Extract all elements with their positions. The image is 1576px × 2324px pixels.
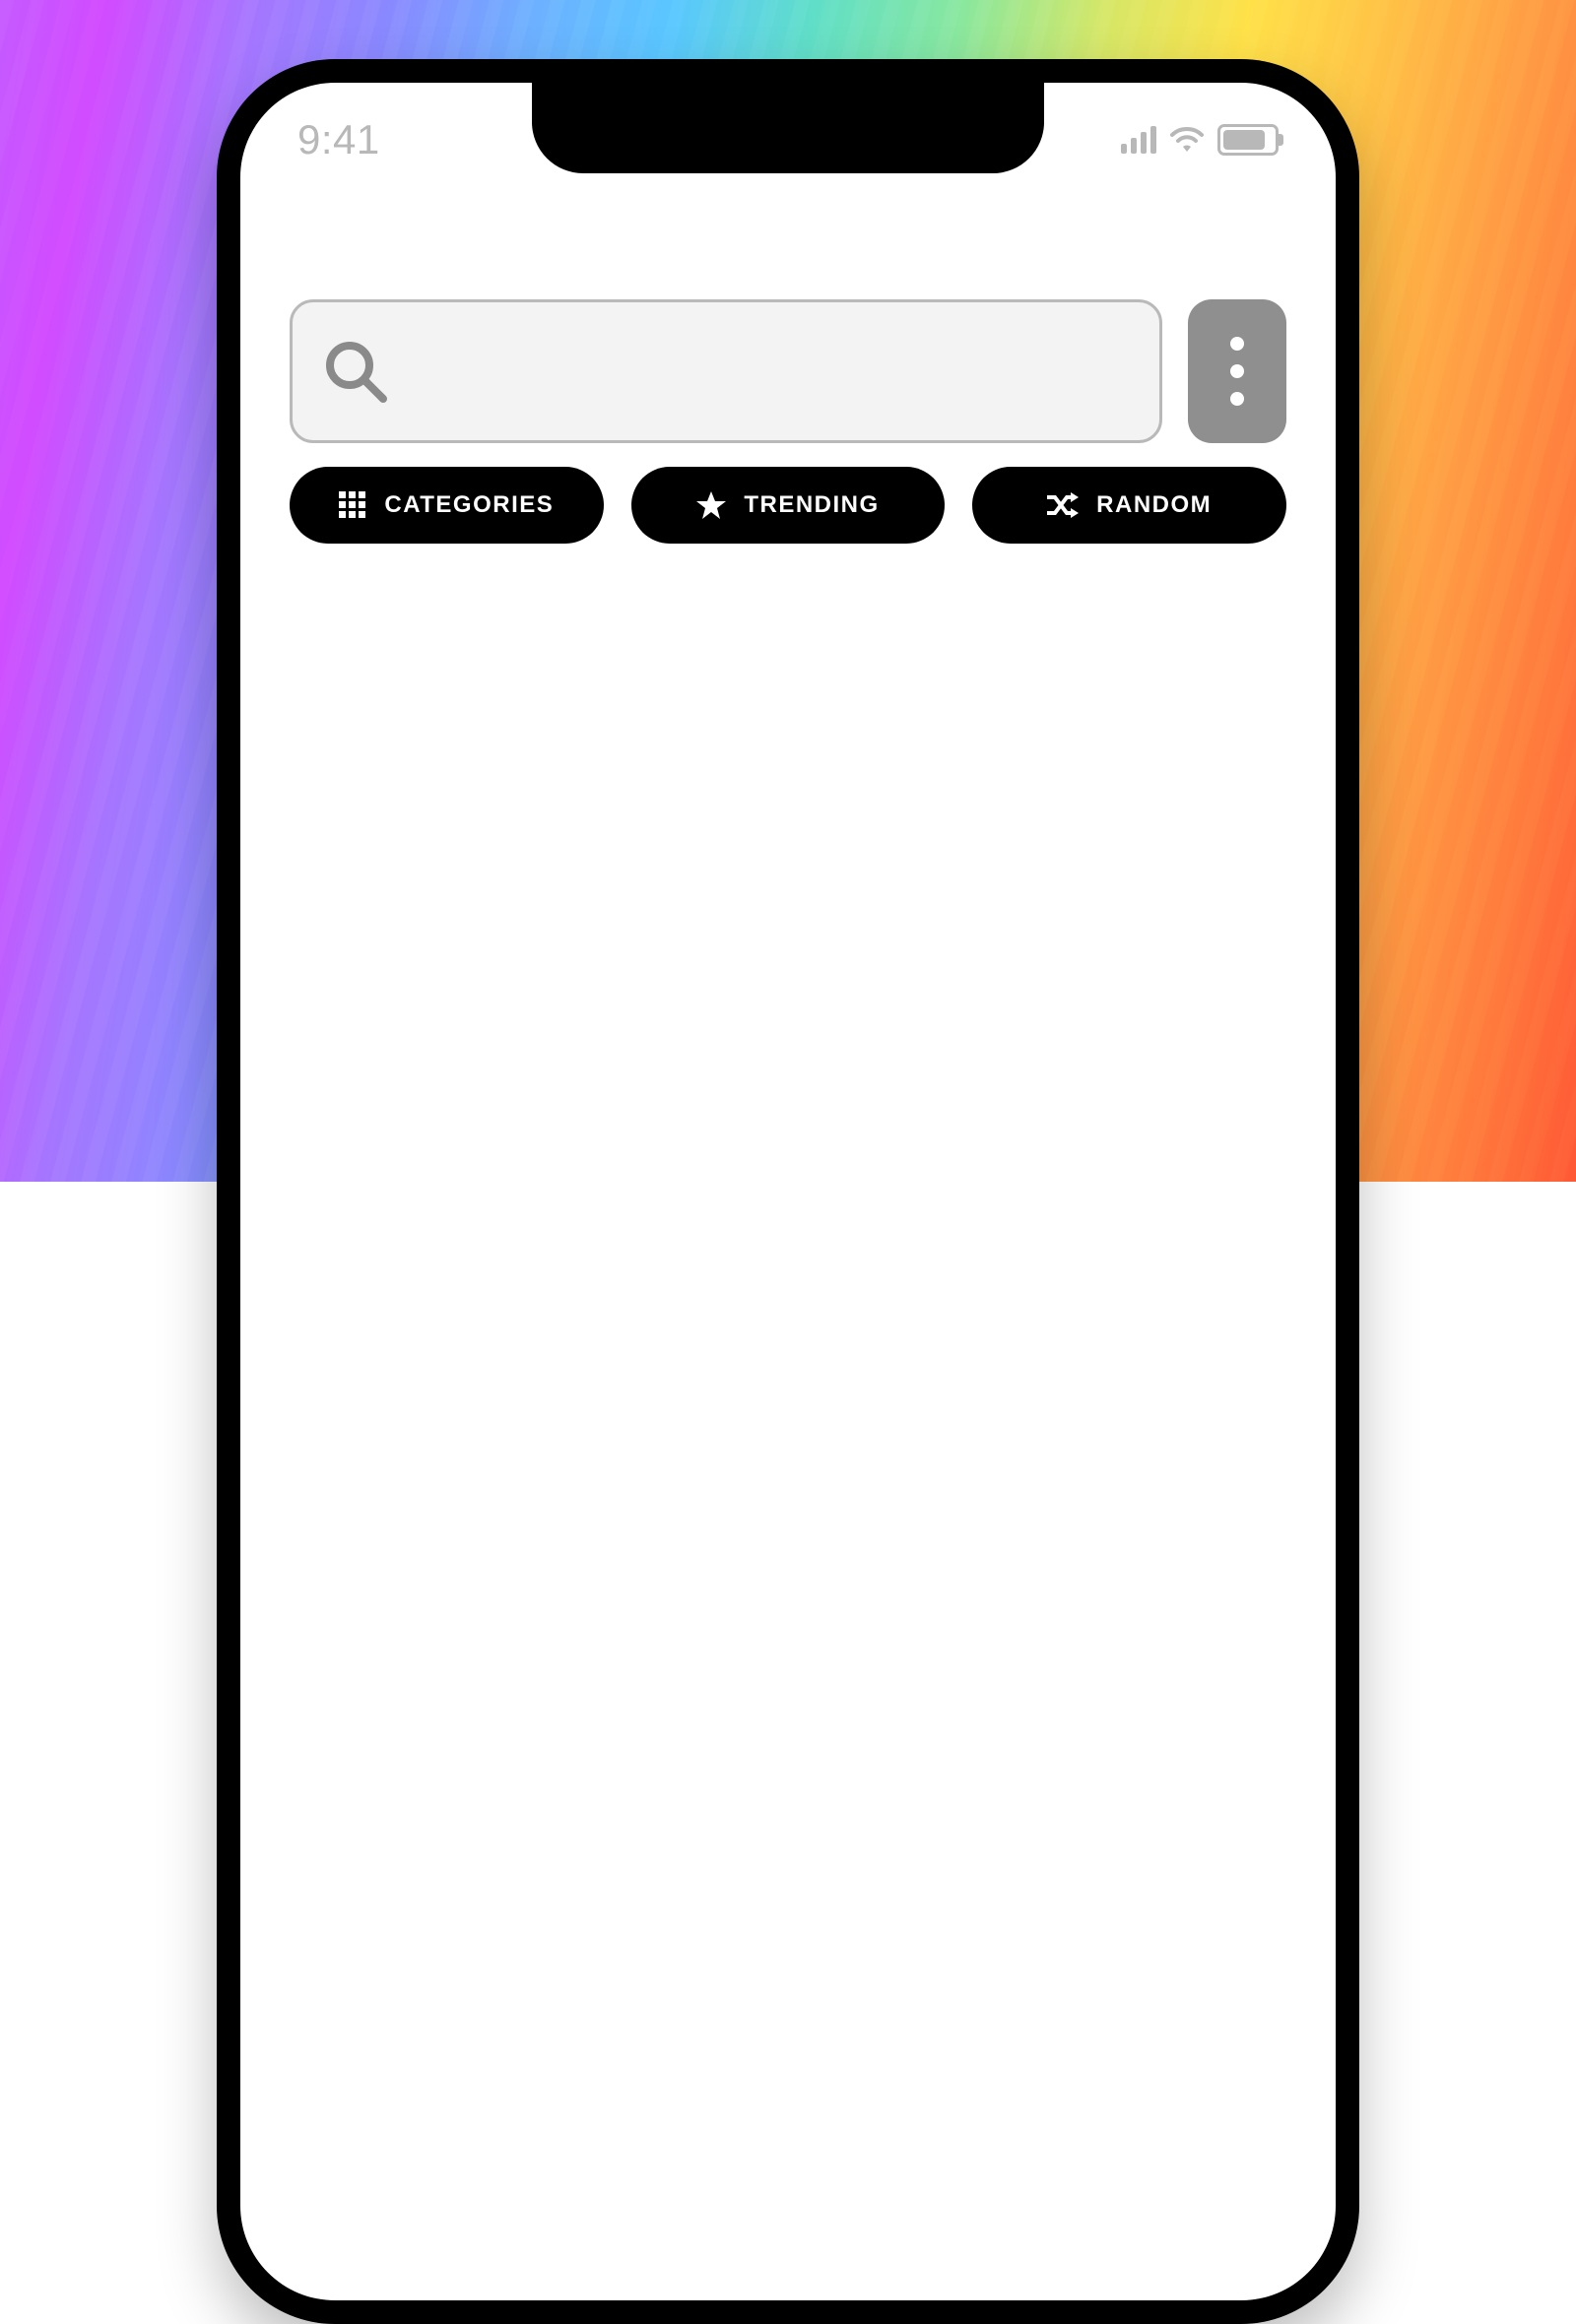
phone-frame: 9:41 bbox=[217, 59, 1359, 2324]
search-input-container[interactable] bbox=[290, 299, 1162, 443]
more-options-button[interactable] bbox=[1188, 299, 1286, 443]
kebab-dot-icon bbox=[1230, 392, 1244, 406]
shuffle-icon bbox=[1047, 492, 1079, 518]
search-icon bbox=[320, 336, 391, 407]
trending-button[interactable]: TRENDING bbox=[631, 467, 946, 544]
filter-pills: CATEGORIES TRENDING RANDOM bbox=[290, 467, 1286, 544]
trending-label: TRENDING bbox=[744, 491, 879, 519]
search-input[interactable] bbox=[411, 349, 1132, 395]
cellular-signal-icon bbox=[1121, 126, 1156, 154]
status-time: 9:41 bbox=[297, 116, 380, 163]
search-row bbox=[290, 299, 1286, 443]
kebab-dot-icon bbox=[1230, 364, 1244, 378]
grid-icon bbox=[339, 491, 366, 519]
phone-screen: 9:41 bbox=[240, 83, 1336, 2300]
phone-notch bbox=[532, 83, 1044, 173]
kebab-dot-icon bbox=[1230, 337, 1244, 351]
wifi-icon bbox=[1170, 127, 1204, 153]
battery-icon bbox=[1217, 124, 1279, 156]
star-icon bbox=[696, 490, 726, 520]
random-button[interactable]: RANDOM bbox=[972, 467, 1286, 544]
categories-label: CATEGORIES bbox=[384, 491, 554, 519]
status-icons bbox=[1121, 124, 1279, 156]
random-label: RANDOM bbox=[1096, 491, 1212, 519]
main-content: CATEGORIES TRENDING RANDOM bbox=[290, 299, 1286, 544]
categories-button[interactable]: CATEGORIES bbox=[290, 467, 604, 544]
